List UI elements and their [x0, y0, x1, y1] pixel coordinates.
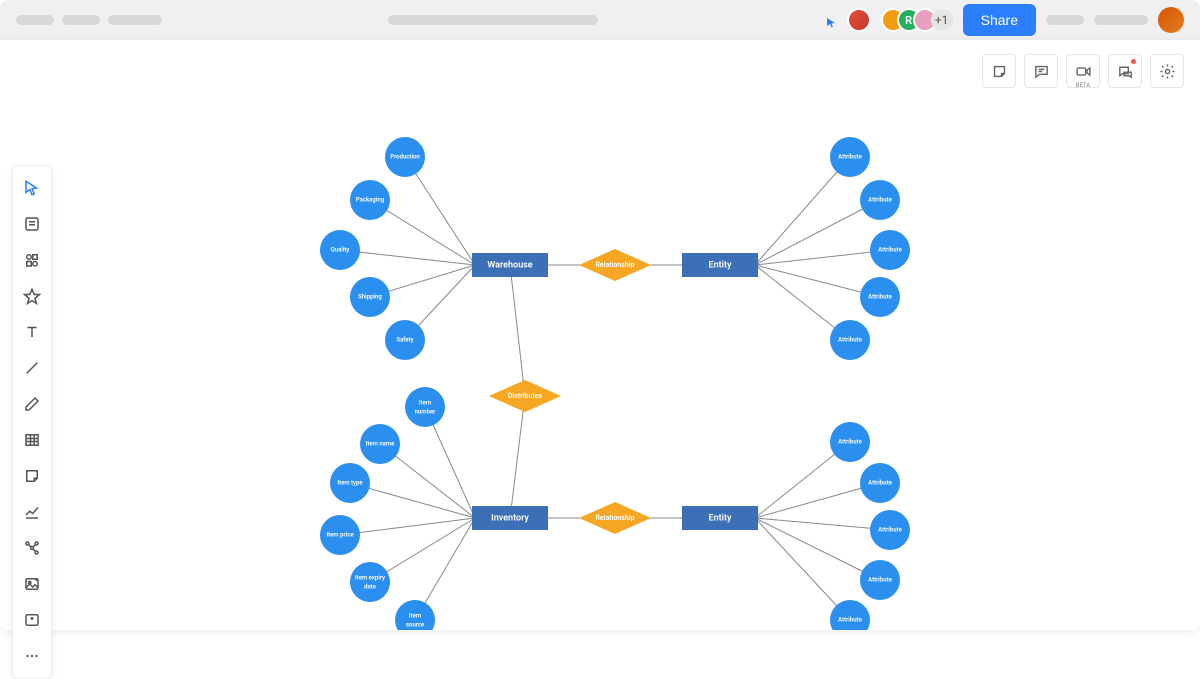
svg-text:Item type: Item type	[337, 480, 363, 487]
svg-text:Relationship: Relationship	[595, 514, 634, 522]
shapes-tool[interactable]	[16, 244, 48, 276]
er-diagram[interactable]: Relationship Distributes Relationship Wareh…	[60, 40, 1200, 630]
svg-text:Attribute: Attribute	[838, 337, 862, 344]
svg-text:Quality: Quality	[331, 247, 350, 254]
svg-text:Entity: Entity	[709, 260, 732, 270]
svg-text:Inventory: Inventory	[491, 513, 529, 523]
attribute-node[interactable]: Attribute	[860, 560, 900, 600]
entity-node[interactable]: Entity	[682, 253, 758, 277]
svg-text:Attribute: Attribute	[838, 154, 862, 161]
attribute-node[interactable]: Shipping	[350, 277, 390, 317]
attribute-node[interactable]: Item expiry date	[350, 562, 390, 602]
svg-text:Item expiry: Item expiry	[355, 575, 385, 582]
svg-text:date: date	[364, 584, 377, 591]
svg-text:Production: Production	[390, 154, 420, 161]
svg-text:Item name: Item name	[366, 441, 395, 448]
placeholder-pill	[1094, 15, 1148, 25]
attribute-node[interactable]: Attribute	[830, 320, 870, 360]
share-button[interactable]: Share	[963, 4, 1036, 36]
svg-text:Packaging: Packaging	[356, 197, 385, 204]
svg-text:Safety: Safety	[396, 337, 413, 344]
attribute-node[interactable]: Attribute	[830, 422, 870, 462]
select-tool[interactable]	[16, 172, 48, 204]
relationship-node[interactable]: Relationship	[579, 249, 651, 281]
chart-tool[interactable]	[16, 496, 48, 528]
placeholder-pill	[16, 15, 54, 25]
attribute-node[interactable]: Attribute	[830, 137, 870, 177]
svg-text:Item: Item	[409, 613, 421, 620]
hierarchy-tool[interactable]	[16, 532, 48, 564]
attribute-node[interactable]: Packaging	[350, 180, 390, 220]
relationship-node[interactable]: Relationship	[579, 502, 651, 534]
topbar-left-group	[16, 15, 162, 25]
attribute-node[interactable]: Item price	[320, 515, 360, 555]
user-avatar[interactable]	[1158, 7, 1184, 33]
svg-text:Attribute: Attribute	[838, 617, 862, 624]
attribute-node[interactable]: Item source	[395, 600, 435, 630]
left-toolbar	[12, 165, 52, 679]
attribute-node[interactable]: Attribute	[860, 463, 900, 503]
attribute-node[interactable]: Attribute	[870, 230, 910, 270]
more-tools[interactable]	[16, 640, 48, 672]
presence-avatar-stack[interactable]: R +1	[881, 8, 953, 32]
attribute-node[interactable]: Item type	[330, 463, 370, 503]
attribute-node[interactable]: Attribute	[860, 277, 900, 317]
frame-tool[interactable]	[16, 604, 48, 636]
svg-text:Relationship: Relationship	[595, 261, 634, 269]
svg-text:Item: Item	[419, 400, 431, 407]
entity-node[interactable]: Inventory	[472, 506, 548, 530]
pen-tool[interactable]	[16, 388, 48, 420]
sticky-tool[interactable]	[16, 460, 48, 492]
star-tool[interactable]	[16, 280, 48, 312]
svg-text:Entity: Entity	[709, 513, 732, 523]
svg-text:Attribute: Attribute	[868, 480, 892, 487]
attribute-node[interactable]: Attribute	[870, 510, 910, 550]
cursor-pointer-icon[interactable]	[825, 14, 837, 26]
relationship-node[interactable]: Distributes	[489, 380, 561, 412]
svg-text:Attribute: Attribute	[868, 294, 892, 301]
placeholder-pill	[1046, 15, 1084, 25]
presence-avatar-main[interactable]	[847, 8, 871, 32]
table-tool[interactable]	[16, 424, 48, 456]
line-tool[interactable]	[16, 352, 48, 384]
attribute-node[interactable]: Item name	[360, 424, 400, 464]
svg-text:Warehouse: Warehouse	[487, 260, 532, 270]
title-placeholder	[388, 15, 598, 25]
entity-node[interactable]: Warehouse	[472, 253, 548, 277]
svg-text:Shipping: Shipping	[358, 294, 382, 301]
svg-text:Item price: Item price	[326, 532, 354, 539]
svg-text:Attribute: Attribute	[878, 527, 902, 534]
placeholder-pill	[62, 15, 100, 25]
presence-overflow-count[interactable]: +1	[931, 9, 953, 31]
svg-text:Attribute: Attribute	[868, 197, 892, 204]
image-tool[interactable]	[16, 568, 48, 600]
placeholder-pill	[108, 15, 162, 25]
attribute-node[interactable]: Production	[385, 137, 425, 177]
attribute-node[interactable]: Attribute	[860, 180, 900, 220]
attribute-node[interactable]: Item number	[405, 387, 445, 427]
svg-text:Distributes: Distributes	[508, 392, 543, 400]
svg-text:number: number	[415, 409, 437, 416]
note-tool[interactable]	[16, 208, 48, 240]
svg-text:Attribute: Attribute	[878, 247, 902, 254]
svg-text:Attribute: Attribute	[868, 577, 892, 584]
svg-text:Attribute: Attribute	[838, 439, 862, 446]
topbar-right-group: R +1 Share	[825, 4, 1184, 36]
attribute-node[interactable]: Safety	[385, 320, 425, 360]
attribute-node[interactable]: Quality	[320, 230, 360, 270]
text-tool[interactable]	[16, 316, 48, 348]
top-bar: R +1 Share	[0, 0, 1200, 40]
topbar-center	[178, 15, 809, 25]
svg-text:source: source	[406, 622, 425, 629]
entity-node[interactable]: Entity	[682, 506, 758, 530]
